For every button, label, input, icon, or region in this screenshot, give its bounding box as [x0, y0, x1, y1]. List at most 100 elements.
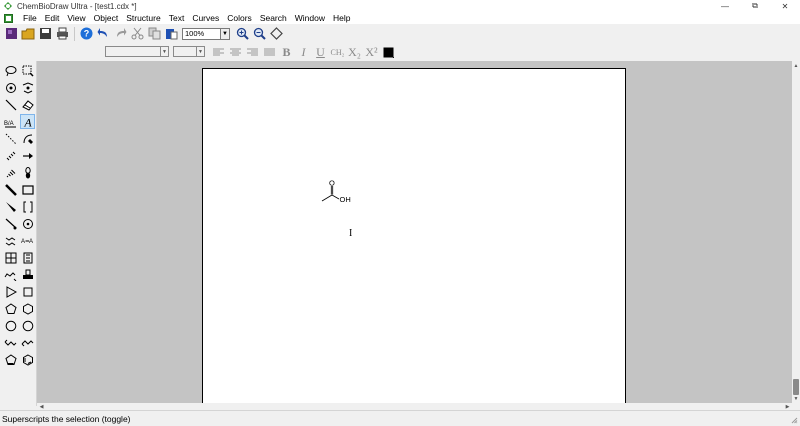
chemical-symbols-tool[interactable] [20, 216, 35, 231]
brackets-icon [23, 201, 32, 212]
hydroxyl-atom-label[interactable]: OH [340, 195, 351, 204]
octagon-ring-tool[interactable] [20, 318, 35, 333]
cyclopentadiene-icon [4, 353, 17, 365]
zoom-out-button[interactable] [251, 26, 267, 42]
chevron-down-icon[interactable]: ▼ [196, 47, 204, 56]
paste-button[interactable] [163, 26, 179, 42]
menu-text[interactable]: Text [165, 13, 189, 23]
wavy-bond-tool[interactable] [3, 216, 18, 231]
cyclopentadiene-tool[interactable] [3, 352, 18, 367]
wedge-bond-tool[interactable] [3, 199, 18, 214]
menu-view[interactable]: View [63, 13, 89, 23]
chain-tool[interactable] [3, 233, 18, 248]
cyclohexane-chair1-tool[interactable] [3, 335, 18, 350]
drawing-elements-tool[interactable] [20, 182, 35, 197]
pentagon-ring-tool[interactable] [3, 301, 18, 316]
query-tool[interactable]: AA [20, 233, 35, 248]
font-size-select[interactable]: ▼ [173, 46, 205, 57]
templates-tool[interactable] [3, 267, 18, 282]
document-page[interactable]: O OH I [202, 68, 626, 403]
oxygen-atom-label[interactable]: O [329, 179, 335, 188]
open-button[interactable] [20, 26, 36, 42]
align-center-button[interactable] [227, 44, 244, 60]
new-document-button[interactable] [3, 26, 19, 42]
scroll-right-icon[interactable]: ▶ [783, 403, 792, 410]
menu-colors[interactable]: Colors [223, 13, 256, 23]
formula-button[interactable]: CH₂ [329, 44, 346, 60]
restore-button[interactable]: ⧉ [740, 0, 770, 12]
brackets-tool[interactable] [20, 199, 35, 214]
vertical-scroll-thumb[interactable] [793, 379, 799, 395]
font-family-select[interactable]: ▼ [105, 46, 169, 57]
text-mode-tool[interactable]: B/A [3, 114, 18, 129]
scroll-up-icon[interactable]: ▲ [792, 61, 800, 70]
show-clean-button[interactable] [268, 26, 284, 42]
acetic-acid-structure[interactable]: O OH [321, 179, 355, 209]
tlc-plate-tool[interactable] [20, 250, 35, 265]
arrow-tool[interactable] [20, 148, 35, 163]
superscript-button[interactable]: X² [363, 44, 380, 60]
undo-button[interactable] [95, 26, 111, 42]
chevron-down-icon[interactable]: ▼ [160, 47, 168, 56]
help-button[interactable]: ? [78, 26, 94, 42]
redo-button[interactable] [112, 26, 128, 42]
rotate-icon [5, 82, 16, 93]
drawing-workspace[interactable]: O OH I [37, 61, 792, 403]
eraser-tool[interactable] [20, 97, 35, 112]
dashed-bond-tool[interactable] [3, 131, 18, 146]
orbital-tool[interactable] [20, 165, 35, 180]
zoom-in-button[interactable] [234, 26, 250, 42]
menu-file[interactable]: File [19, 13, 41, 23]
text-tool[interactable]: A [20, 114, 35, 129]
justify-button[interactable] [261, 44, 278, 60]
italic-button[interactable]: I [295, 44, 312, 60]
square-ring-tool[interactable] [20, 284, 35, 299]
print-button[interactable] [54, 26, 70, 42]
solid-bond-tool[interactable] [3, 97, 18, 112]
svg-text:B/A: B/A [4, 121, 14, 127]
document-icon[interactable] [4, 13, 13, 23]
scroll-left-icon[interactable]: ◀ [37, 403, 46, 410]
stamp-tool[interactable] [20, 267, 35, 282]
resize-grip-icon[interactable] [791, 417, 798, 424]
align-left-button[interactable] [210, 44, 227, 60]
align-right-button[interactable] [244, 44, 261, 60]
menu-help[interactable]: Help [329, 13, 354, 23]
lasso-tool[interactable] [3, 63, 18, 78]
menu-object[interactable]: Object [90, 13, 123, 23]
menu-curves[interactable]: Curves [188, 13, 223, 23]
underline-button[interactable]: U [312, 44, 329, 60]
triangle-tool[interactable] [3, 284, 18, 299]
benzene-tool[interactable] [20, 352, 35, 367]
structure-perspective-tool[interactable] [20, 80, 35, 95]
bold-button[interactable]: B [278, 44, 295, 60]
bold-bond-tool[interactable] [3, 182, 18, 197]
scroll-down-icon[interactable]: ▼ [792, 394, 800, 403]
save-button[interactable] [37, 26, 53, 42]
menu-edit[interactable]: Edit [41, 13, 64, 23]
hashed-bond-tool[interactable] [3, 148, 18, 163]
heptagon-ring-tool[interactable] [3, 318, 18, 333]
tool-palette: B/A A AA [0, 61, 37, 406]
color-swatch-icon [383, 47, 394, 58]
rotate-tool[interactable] [3, 80, 18, 95]
marquee-tool[interactable] [20, 63, 35, 78]
chevron-down-icon[interactable]: ▼ [220, 28, 229, 39]
cut-button[interactable] [129, 26, 145, 42]
subscript-button[interactable]: X₂ [346, 44, 363, 60]
copy-button[interactable] [146, 26, 162, 42]
pen-tool[interactable] [20, 131, 35, 146]
menu-structure[interactable]: Structure [122, 13, 165, 23]
close-button[interactable]: ✕ [770, 0, 800, 12]
text-color-button[interactable] [380, 44, 397, 60]
hashed-wedge-tool[interactable] [3, 165, 18, 180]
vertical-scrollbar[interactable]: ▲ ▼ [792, 61, 800, 403]
zoom-select[interactable]: 100% ▼ [182, 27, 230, 40]
cyclohexane-chair2-tool[interactable] [20, 335, 35, 350]
hexagon-ring-tool[interactable] [20, 301, 35, 316]
menu-window[interactable]: Window [291, 13, 329, 23]
menu-search[interactable]: Search [256, 13, 291, 23]
minimize-button[interactable]: — [710, 0, 740, 12]
horizontal-scrollbar[interactable]: ◀ ▶ [37, 403, 792, 410]
table-tool[interactable] [3, 250, 18, 265]
